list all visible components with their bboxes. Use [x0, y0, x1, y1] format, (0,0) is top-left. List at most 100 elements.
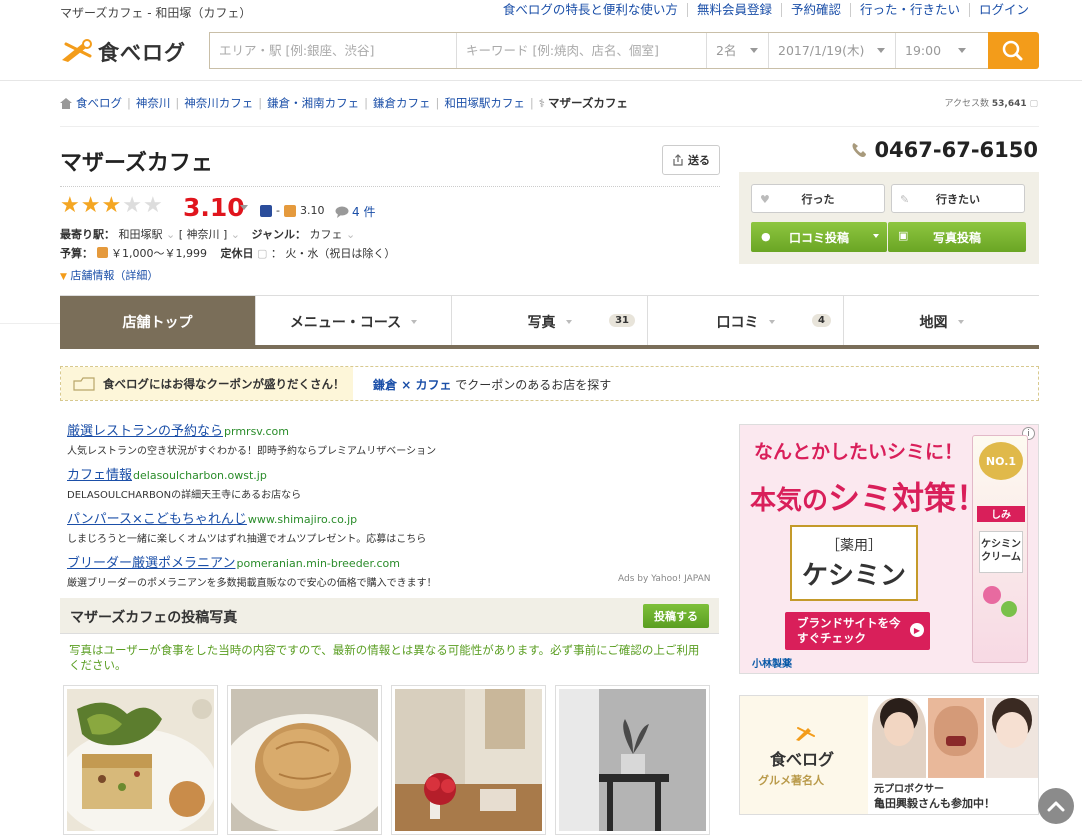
ad-url[interactable]: pomeranian.min-breeder.com — [236, 557, 399, 570]
prefecture-value[interactable]: [ 神奈川 ] — [179, 228, 228, 241]
post-review-label: 口コミ投稿 — [788, 230, 849, 245]
lunch-icon — [96, 247, 108, 258]
ad-title[interactable]: 厳選レストランの予約なら — [67, 424, 223, 439]
post-review-button[interactable]: ● 口コミ投稿 — [751, 222, 887, 252]
breadcrumb-item[interactable]: 和田塚駅カフェ — [444, 95, 525, 111]
date-select[interactable]: 2017/1/19(木) — [769, 33, 896, 68]
shop-detail-link[interactable]: ▼ 店舗情報（詳細） — [60, 267, 158, 283]
heart-icon: ♥ — [760, 193, 770, 206]
closed-label: 定休日 — [220, 247, 254, 260]
photo-thumbnail[interactable] — [57, 685, 218, 835]
banner2-logo: 食べログ — [770, 750, 835, 769]
tab-badge: 4 — [812, 314, 831, 327]
budget-value: ￥1,000～￥1,999 — [111, 247, 207, 260]
banner-dot — [983, 586, 1001, 604]
ad-item[interactable]: パンパース×こどもちゃれんじwww.shimajiro.co.jp しまじろうと… — [67, 508, 717, 545]
area-input[interactable]: エリア・駅 [例:銀座、渋谷] — [210, 33, 457, 68]
face-shape — [934, 706, 978, 756]
send-label: 送る — [688, 154, 710, 167]
rating-dropdown-icon[interactable] — [240, 205, 248, 210]
post-photo-button[interactable]: ▣ 写真投稿 — [888, 222, 1026, 252]
person-photo — [872, 698, 926, 778]
star-icon: ★ — [60, 193, 80, 218]
went-button[interactable]: ♥ 行った — [751, 184, 885, 213]
link-reservation[interactable]: 予約確認 — [780, 3, 850, 17]
ad-title[interactable]: カフェ情報 — [67, 468, 132, 483]
camera-icon: ▣ — [898, 229, 909, 242]
photo-thumbnail[interactable] — [555, 685, 710, 835]
comment-icon — [335, 206, 349, 218]
coupon-right-text: でクーポンのあるお店を探す — [451, 378, 612, 392]
chevron-down-icon — [877, 48, 885, 53]
banner-product: ケシミン — [801, 560, 906, 591]
banner-no1-badge: NO.1 — [979, 442, 1023, 480]
logo-text: 食べログ — [98, 41, 186, 65]
plant-photo-image — [559, 689, 706, 831]
banner-cta-button[interactable]: ブランドサイトを今すぐチェック ▶ — [785, 612, 930, 650]
ad-item[interactable]: 厳選レストランの予約ならprmrsv.com 人気レストランの空き状況がすぐわか… — [67, 420, 717, 457]
photo-thumbnail[interactable] — [391, 685, 546, 835]
banner-cta-label: ブランドサイトを今すぐチェック — [797, 616, 901, 645]
sub-ratings: - 3.10 — [260, 204, 324, 217]
photos-header: マザーズカフェの投稿写真 投稿する — [60, 598, 719, 634]
breadcrumb-item[interactable]: 鎌倉・湘南カフェ — [267, 95, 359, 111]
keyword-input[interactable]: キーワード [例:焼肉、店名、個室] — [457, 33, 707, 68]
want-button[interactable]: ✎ 行きたい — [891, 184, 1025, 213]
station-row: 最寄り駅： 和田塚駅 ⌄ [ 神奈川 ] ⌄ ジャンル： カフェ ⌄ — [60, 228, 356, 241]
link-login[interactable]: ログイン — [968, 3, 1038, 17]
post-photo-small-label: 投稿する — [654, 610, 698, 623]
people-select[interactable]: 2名 — [707, 33, 769, 68]
tab-top[interactable]: 店舗トップ — [60, 296, 256, 347]
ad-title[interactable]: パンパース×こどもちゃれんじ — [67, 512, 247, 527]
ad-url[interactable]: prmrsv.com — [224, 425, 289, 438]
genre-value[interactable]: カフェ — [309, 228, 342, 241]
comment-icon: ● — [761, 230, 771, 243]
ad-url[interactable]: www.shimajiro.co.jp — [248, 513, 357, 526]
pin-icon: ✎ — [900, 193, 910, 206]
breadcrumb-item[interactable]: 食べログ — [76, 95, 122, 111]
tabelog-logo[interactable]: 食べログ — [60, 36, 190, 66]
text-ads: 厳選レストランの予約ならprmrsv.com 人気レストランの空き状況がすぐわか… — [67, 420, 717, 596]
tab-menu[interactable]: メニュー・コース — [256, 296, 452, 347]
tab-bar: 店舗トップ メニュー・コース 写真 31 口コミ 4 地図 — [60, 295, 1039, 347]
ads-by-yahoo[interactable]: Ads by Yahoo! JAPAN — [618, 574, 711, 584]
tab-photos[interactable]: 写真 31 — [452, 296, 648, 347]
chevron-down-icon — [565, 319, 572, 324]
time-select[interactable]: 19:00 — [896, 33, 976, 68]
search-button[interactable] — [988, 32, 1039, 69]
logo-utensils-icon — [62, 39, 92, 62]
breadcrumb-item[interactable]: 神奈川 — [136, 95, 171, 111]
ad-desc: しまじろうと一緒に楽しくオムツはずれ抽選でオムツプレゼント。応募はこちら — [67, 534, 427, 545]
breadcrumb-item[interactable]: 神奈川カフェ — [184, 95, 253, 111]
dinner-rating: - — [276, 204, 280, 217]
interior-photo-image — [395, 689, 542, 831]
ad-url[interactable]: delasoulcharbon.owst.jp — [133, 469, 267, 482]
send-button[interactable]: 送る — [662, 145, 720, 175]
breadcrumb-item[interactable]: 鎌倉カフェ — [373, 95, 431, 111]
link-went-want[interactable]: 行った・行きたい — [849, 3, 969, 17]
tab-reviews[interactable]: 口コミ 4 — [648, 296, 844, 347]
scroll-to-top-button[interactable] — [1038, 788, 1074, 824]
tab-label: 店舗トップ — [122, 314, 193, 331]
tab-map[interactable]: 地図 — [844, 296, 1039, 347]
banner-headline: なんとかしたいシミに！ — [754, 441, 964, 463]
ad-item[interactable]: カフェ情報delasoulcharbon.owst.jp DELASOULCHA… — [67, 464, 717, 501]
ad-desc: 人気レストランの空き状況がすぐわかる！即時予約ならプレミアムリザベーション — [67, 446, 437, 457]
coupon-search-link[interactable]: 鎌倉 × カフェ でクーポンのあるお店を探す — [373, 376, 611, 393]
link-register[interactable]: 無料会員登録 — [686, 3, 781, 17]
budget-label: 予算： — [60, 247, 93, 260]
ad-banner-keshimin[interactable]: i なんとかしたいシミに！ 本気の シミ対策！ ［薬用］ ケシミン ブランドサイ… — [739, 424, 1039, 674]
station-value[interactable]: 和田塚駅 — [119, 228, 163, 241]
ad-title[interactable]: ブリーダー厳選ポメラニアン — [67, 556, 235, 571]
play-icon: ▶ — [910, 623, 924, 637]
link-features[interactable]: 食べログの特長と便利な使い方 — [494, 3, 687, 17]
coupon-banner[interactable]: 食べログにはお得なクーポンが盛りだくさん！ 鎌倉 × カフェ でクーポンのあるお… — [60, 366, 1039, 401]
post-photo-small-button[interactable]: 投稿する — [643, 604, 709, 628]
photo-thumbnail[interactable] — [221, 685, 391, 835]
chevron-down-icon — [958, 48, 966, 53]
review-count-link[interactable]: 4 件 — [335, 203, 375, 220]
station-label: 最寄り駅： — [60, 228, 115, 241]
ad-banner-gourmet[interactable]: 食べログ グルメ著名人 元プロボクサー 亀田興毅さんも参加中！ — [739, 695, 1039, 815]
mouth-shape — [946, 736, 966, 746]
banner-maker: 小林製薬 — [752, 659, 792, 670]
